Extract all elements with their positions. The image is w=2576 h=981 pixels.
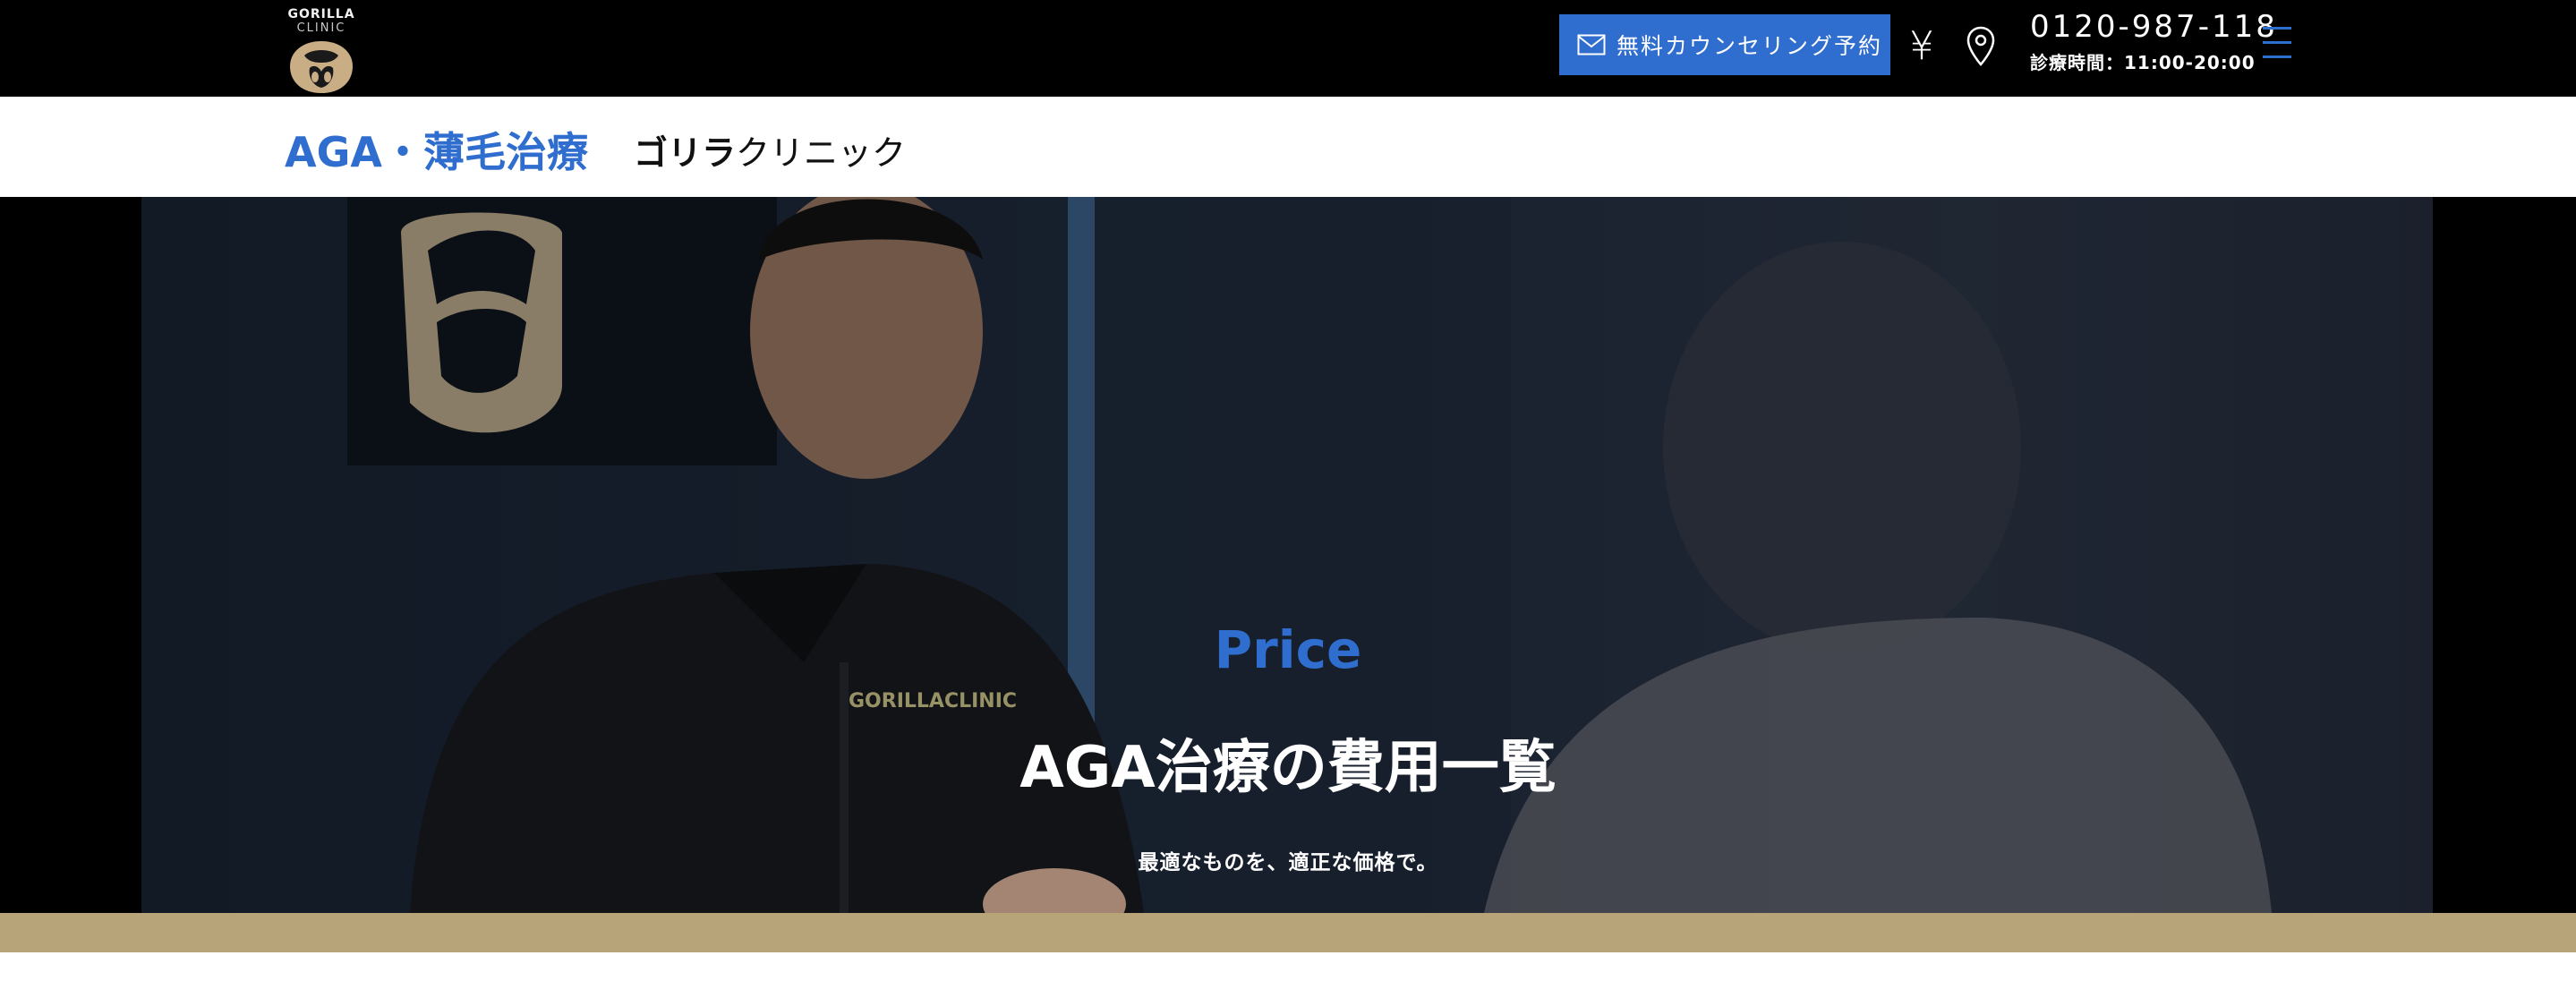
logo-text-clinic: CLINIC: [296, 21, 346, 35]
free-counseling-button[interactable]: 無料カウンセリング予約: [1559, 14, 1890, 75]
map-pin-icon[interactable]: [1966, 25, 1996, 68]
mail-icon: [1577, 34, 1606, 55]
hamburger-menu-icon[interactable]: [2263, 23, 2293, 63]
service-title[interactable]: AGA・薄毛治療: [285, 120, 588, 179]
top-header-bar: GORILLA CLINIC 無料カウンセリング予約 ¥ 0120-987-11…: [0, 0, 2576, 97]
hero-subtitle: 最適なものを、適正な価格で。: [1138, 851, 1438, 874]
clinic-name[interactable]: ゴリラクリニック: [634, 125, 906, 175]
title-bar: AGA・薄毛治療 ゴリラクリニック: [0, 97, 2576, 197]
hero-section: GORILLACLINIC Price AGA治療の費用一覧 最適なものを、適正…: [0, 197, 2576, 913]
gorilla-logo-icon: [290, 41, 353, 93]
hero-overlay: [141, 197, 2433, 913]
business-hours: 診療時間：11:00-20:00: [2030, 52, 2256, 73]
menu-line-2: [2263, 41, 2291, 44]
clinic-logo[interactable]: GORILLA CLINIC: [285, 7, 358, 97]
content-start: [0, 952, 2576, 981]
price-yen-icon[interactable]: ¥: [1905, 20, 1939, 73]
logo-text-gorilla: GORILLA: [287, 7, 355, 21]
free-counseling-label: 無料カウンセリング予約: [1616, 33, 1883, 59]
phone-number[interactable]: 0120-987-118: [2030, 9, 2275, 45]
menu-line-3: [2263, 55, 2291, 58]
clinic-name-rest: クリニック: [736, 133, 907, 173]
clinic-name-bold: ゴリラ: [634, 133, 737, 173]
hero-image: GORILLACLINIC: [141, 197, 2433, 913]
menu-line-1: [2263, 27, 2291, 30]
hero-title: AGA治療の費用一覧: [1019, 735, 1557, 801]
hero-eyebrow: Price: [1214, 619, 1362, 680]
gold-divider-strip: [0, 913, 2576, 952]
